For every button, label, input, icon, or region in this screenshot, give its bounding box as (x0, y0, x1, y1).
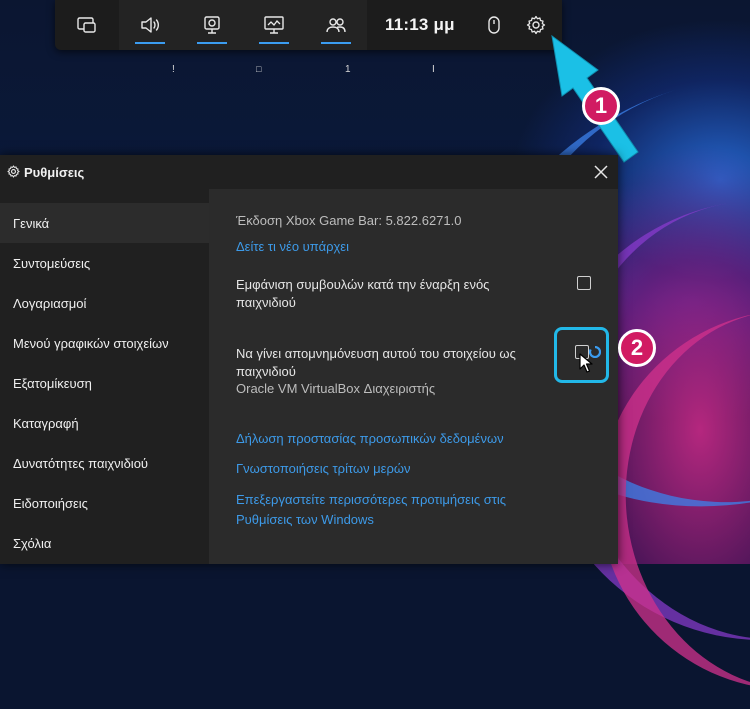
performance-button[interactable] (243, 0, 305, 50)
active-indicator (321, 42, 351, 44)
sidebar-item-label: Μενού γραφικών στοιχείων (13, 335, 169, 351)
windows-settings-link-line: Ρυθμίσεις των Windows (236, 512, 374, 527)
app-name: Oracle VM VirtualBox Διαχειριστής (236, 381, 436, 396)
settings-gear-icon (7, 165, 20, 178)
show-tips-label-line: παιχνιδιού (236, 295, 296, 310)
audio-button[interactable] (119, 0, 181, 50)
widget-label: 1 (345, 64, 351, 75)
third-party-notices-link[interactable]: Γνωστοποιήσεις τρίτων μερών (236, 459, 411, 479)
sidebar-item-shortcuts[interactable]: Συντομεύσεις (0, 243, 209, 283)
close-icon[interactable] (592, 163, 610, 181)
sidebar-item-label: Λογαριασμοί (13, 295, 87, 311)
performance-icon (264, 16, 284, 34)
xbox-game-bar: 11:13 μμ (55, 0, 562, 50)
active-indicator (259, 42, 289, 44)
remember-game-label: Να γίνει απομνημόνευση αυτού του στοιχεί… (236, 345, 516, 381)
sidebar-item-label: Γενικά (13, 215, 50, 231)
sidebar-item-feedback[interactable]: Σχόλια (0, 523, 209, 563)
show-tips-label-line: Εμφάνιση συμβουλών κατά την έναρξη ενός (236, 277, 490, 292)
settings-sidebar: Γενικά Συντομεύσεις Λογαριασμοί Μενού γρ… (0, 203, 209, 564)
privacy-statement-link[interactable]: Δήλωση προστασίας προσωπικών δεδομένων (236, 429, 504, 449)
widget-label: I (432, 64, 435, 75)
sidebar-item-label: Σχόλια (13, 535, 52, 551)
settings-title: Ρυθμίσεις (24, 165, 85, 180)
sidebar-item-label: Καταγραφή (13, 415, 79, 431)
remember-game-label-line: παιχνιδιού (236, 364, 296, 379)
windows-settings-link-line: Επεξεργαστείτε περισσότερες προτιμήσεις … (236, 492, 507, 507)
sidebar-item-accounts[interactable]: Λογαριασμοί (0, 283, 209, 323)
callout-badge: 2 (618, 329, 656, 367)
windows-settings-link[interactable]: Επεξεργαστείτε περισσότερες προτιμήσεις … (236, 490, 506, 530)
sidebar-item-label: Δυνατότητες παιχνιδιού (13, 455, 149, 471)
widget-label: □ (256, 64, 262, 74)
mouse-icon (487, 16, 500, 34)
show-tips-checkbox[interactable] (577, 276, 591, 290)
sidebar-item-gaming-features[interactable]: Δυνατότητες παιχνιδιού (0, 443, 209, 483)
sidebar-item-label: Ειδοποιήσεις (13, 495, 88, 511)
widget-menu-button[interactable] (55, 0, 119, 50)
whats-new-link[interactable]: Δείτε τι νέο υπάρχει (236, 237, 349, 257)
sidebar-item-general[interactable]: Γενικά (0, 203, 209, 243)
sidebar-item-capturing[interactable]: Καταγραφή (0, 403, 209, 443)
capture-icon (204, 16, 220, 34)
show-tips-label: Εμφάνιση συμβουλών κατά την έναρξη ενός … (236, 276, 489, 312)
widget-label: ! (172, 64, 175, 75)
capture-button[interactable] (181, 0, 243, 50)
highlight-box (554, 327, 609, 383)
clock: 11:13 μμ (385, 15, 455, 34)
sidebar-item-label: Συντομεύσεις (13, 255, 91, 271)
version-text: Έκδοση Xbox Game Bar: 5.822.6271.0 (236, 213, 462, 228)
active-indicator (197, 42, 227, 44)
callout-badge: 1 (582, 87, 620, 125)
settings-window: Ρυθμίσεις Γενικά Συντομεύσεις Λογαριασμο… (0, 155, 618, 564)
sidebar-item-widget-menu[interactable]: Μενού γραφικών στοιχείων (0, 323, 209, 363)
settings-title-bar: Ρυθμίσεις (0, 155, 618, 189)
active-indicator (135, 42, 165, 44)
sidebar-item-personalization[interactable]: Εξατομίκευση (0, 363, 209, 403)
social-icon (326, 18, 346, 33)
audio-icon (141, 17, 159, 33)
sidebar-item-label: Εξατομίκευση (13, 375, 92, 391)
widget-menu-icon (77, 17, 96, 33)
sidebar-item-notifications[interactable]: Ειδοποιήσεις (0, 483, 209, 523)
remember-game-label-line: Να γίνει απομνημόνευση αυτού του στοιχεί… (236, 346, 516, 361)
social-button[interactable] (305, 0, 367, 50)
mouse-lock-button[interactable] (473, 0, 515, 50)
